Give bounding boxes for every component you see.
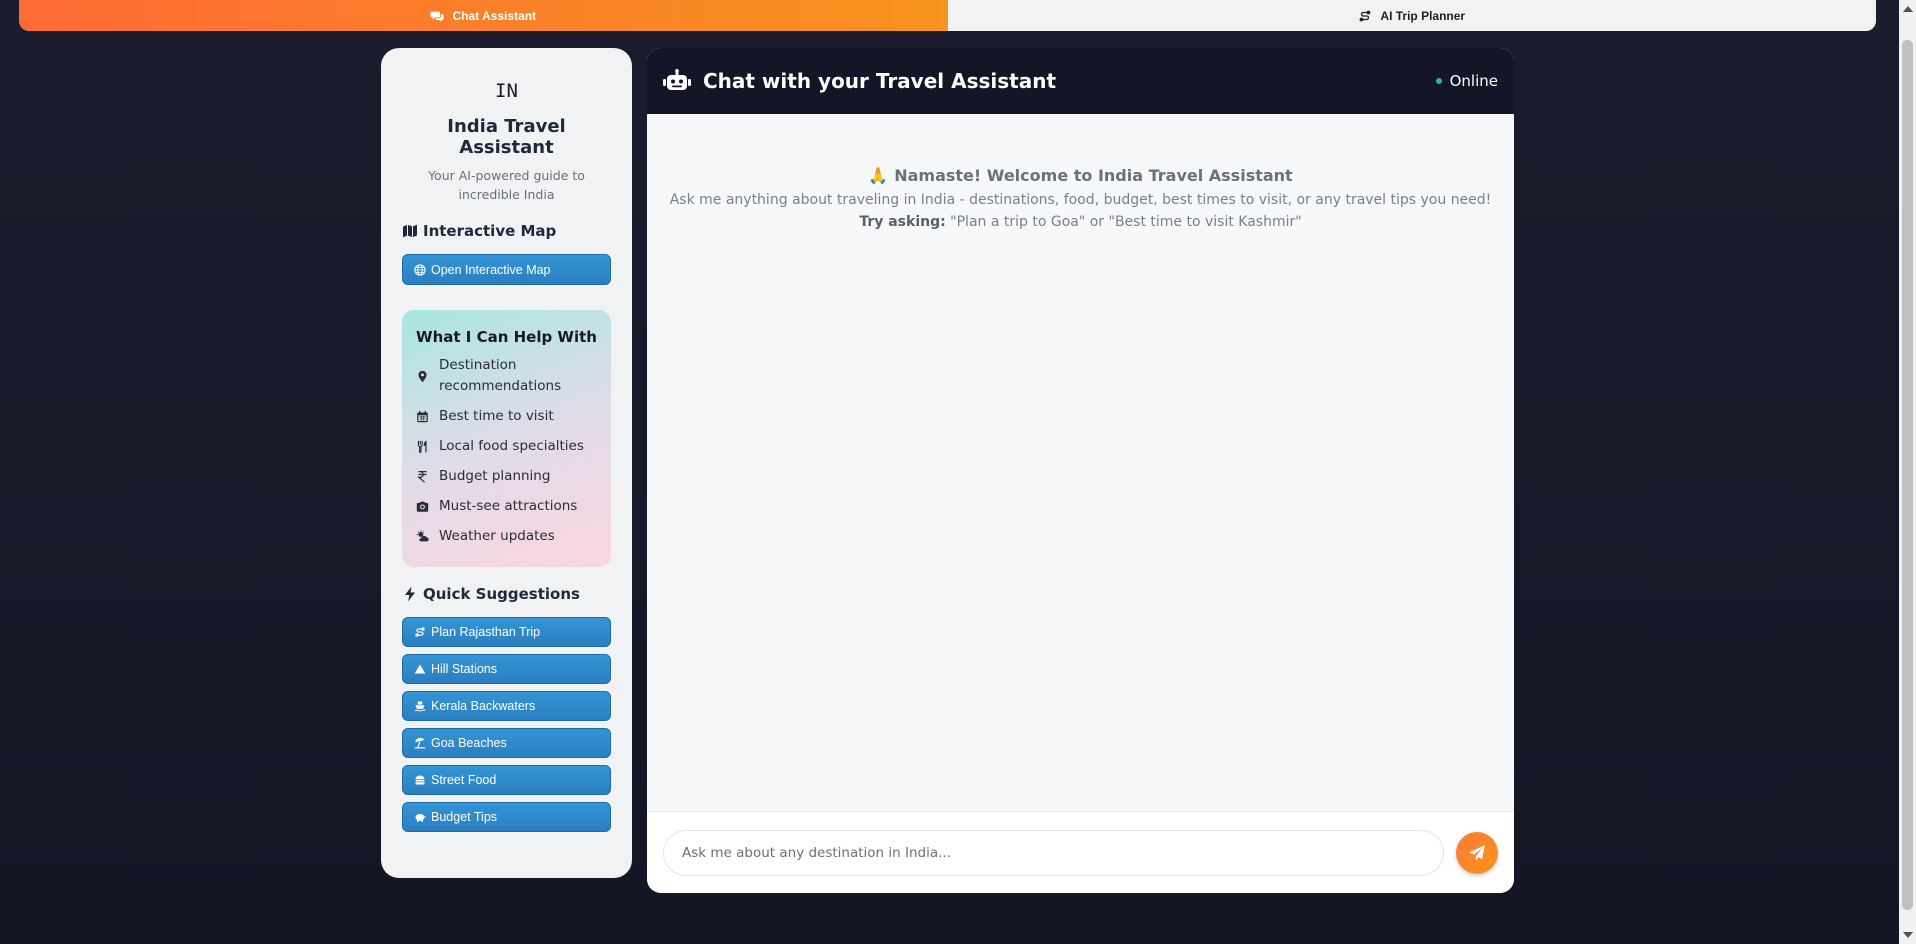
chat-title: Chat with your Travel Assistant <box>703 69 1056 93</box>
send-button[interactable] <box>1456 831 1498 874</box>
try-asking-examples: "Plan a trip to Goa" or "Best time to vi… <box>950 214 1302 230</box>
app-subtitle: Your AI-powered guide to incredible Indi… <box>428 168 585 202</box>
logo: IN <box>495 80 518 102</box>
help-item: Budget planning <box>416 466 597 487</box>
map-pin-icon <box>418 370 427 382</box>
welcome-message: Ask me anything about traveling in India… <box>669 192 1492 208</box>
help-item: Weather updates <box>416 526 597 547</box>
mountain-icon <box>414 664 426 674</box>
try-asking-label: Try asking: <box>859 214 946 230</box>
chat-header: Chat with your Travel Assistant Online <box>647 48 1514 114</box>
paper-plane-icon <box>1469 844 1485 860</box>
status-indicator: Online <box>1435 72 1498 90</box>
rupee-icon <box>417 470 427 483</box>
status-text: Online <box>1449 72 1498 90</box>
robot-icon <box>663 69 691 90</box>
help-title: What I Can Help With <box>416 328 597 346</box>
suggestion-budget-tips[interactable]: Budget Tips <box>402 802 611 832</box>
bolt-icon <box>405 586 415 602</box>
help-item: Must-see attractions <box>416 496 597 517</box>
comments-icon <box>430 11 445 22</box>
route-icon <box>415 627 425 637</box>
utensils-icon <box>417 440 427 453</box>
suggestion-goa-beaches[interactable]: Goa Beaches <box>402 728 611 758</box>
quick-suggestions-heading: Quick Suggestions <box>402 585 611 603</box>
help-item: Local food specialties <box>416 436 597 457</box>
cloud-sun-icon <box>416 530 429 542</box>
camera-icon <box>416 501 429 512</box>
help-item: Best time to visit <box>416 406 597 427</box>
open-map-button[interactable]: Open Interactive Map <box>402 254 611 285</box>
help-item: Destination recommendations <box>416 355 597 397</box>
page-scrollbar[interactable] <box>1899 0 1916 944</box>
scroll-thumb[interactable] <box>1902 40 1913 910</box>
app-title: India Travel Assistant <box>447 116 566 158</box>
map-heading: Interactive Map <box>402 222 611 240</box>
help-panel: What I Can Help With Destination recomme… <box>402 310 611 567</box>
chat-panel: Chat with your Travel Assistant Online 🙏… <box>647 48 1514 893</box>
welcome-title: 🙏 Namaste! Welcome to India Travel Assis… <box>868 166 1293 185</box>
piggy-bank-icon <box>415 813 426 822</box>
tab-ai-trip-planner[interactable]: AI Trip Planner <box>947 0 1876 31</box>
sidebar: IN India Travel Assistant Your AI-powere… <box>381 48 632 878</box>
scroll-up-arrow[interactable] <box>1903 6 1913 12</box>
try-asking-line: Try asking: "Plan a trip to Goa" or "Bes… <box>647 214 1514 230</box>
status-dot <box>1435 78 1442 84</box>
suggestion-street-food[interactable]: Street Food <box>402 765 611 795</box>
tab-chat-assistant[interactable]: Chat Assistant <box>19 0 948 31</box>
praying-hands-icon: 🙏 <box>868 166 889 185</box>
suggestion-hill-stations[interactable]: Hill Stations <box>402 654 611 684</box>
umbrella-beach-icon <box>414 737 426 749</box>
scroll-down-arrow[interactable] <box>1903 932 1913 938</box>
calendar-icon <box>417 410 428 423</box>
chat-input[interactable] <box>663 829 1445 876</box>
suggestion-kerala-backwaters[interactable]: Kerala Backwaters <box>402 691 611 721</box>
map-icon <box>403 224 417 238</box>
quick-suggestions-list: Plan Rajasthan Trip Hill Stations Kerala… <box>402 617 611 832</box>
mode-tabs: Chat Assistant AI Trip Planner <box>19 0 1876 31</box>
hamburger-icon <box>415 775 425 785</box>
chat-input-bar <box>647 811 1514 893</box>
suggestion-plan-rajasthan-trip[interactable]: Plan Rajasthan Trip <box>402 617 611 647</box>
globe-icon <box>414 263 426 276</box>
help-list: Destination recommendations Best time to… <box>416 355 597 547</box>
tab-label: Chat Assistant <box>452 8 537 23</box>
ship-icon <box>414 701 426 712</box>
chat-messages: 🙏 Namaste! Welcome to India Travel Assis… <box>647 114 1514 811</box>
route-icon <box>1359 10 1371 21</box>
tab-label: AI Trip Planner <box>1380 8 1466 23</box>
